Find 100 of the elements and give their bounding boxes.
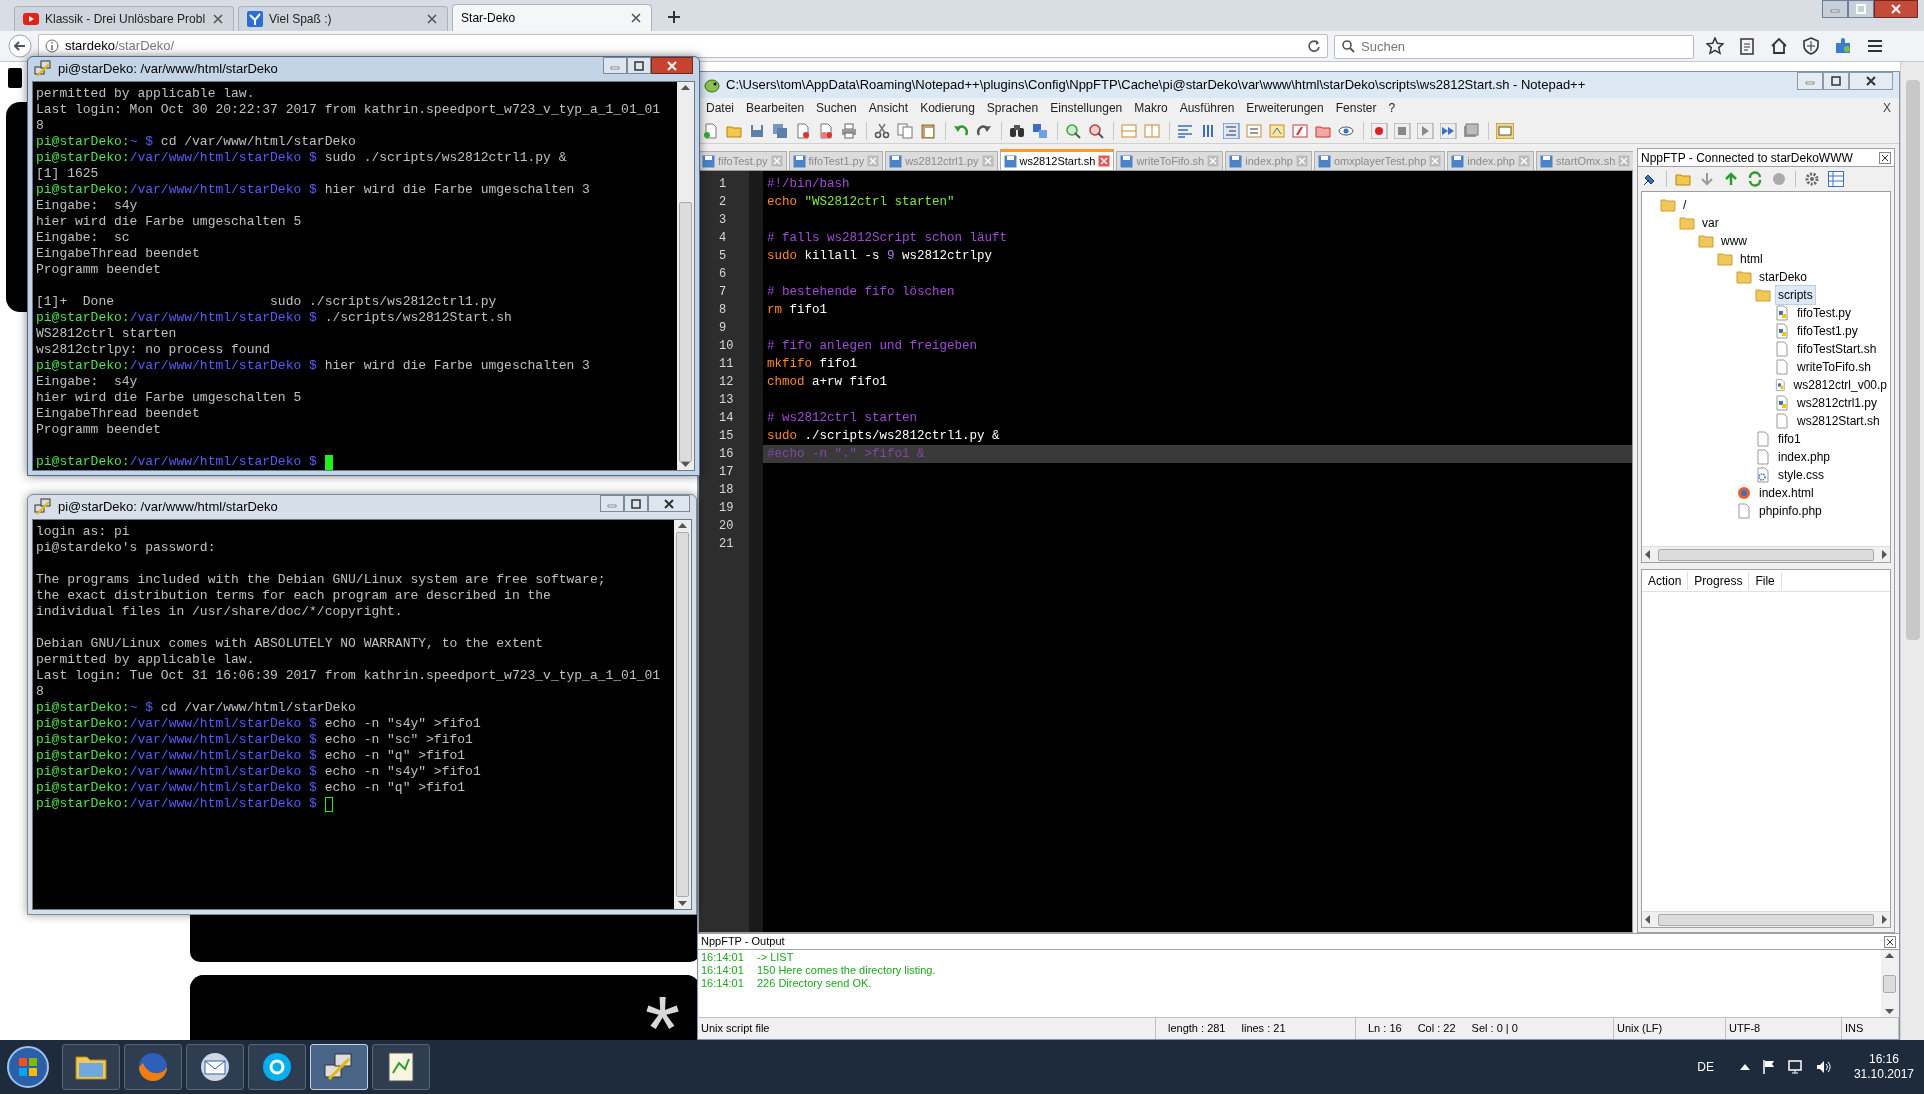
search-field[interactable]: Suchen bbox=[1334, 34, 1694, 59]
down-arrow-icon[interactable] bbox=[678, 901, 687, 907]
browser-tab[interactable]: Klassik - Drei Unlösbare Probl bbox=[14, 6, 235, 31]
map-icon[interactable] bbox=[1269, 122, 1287, 139]
indent-lines-icon[interactable] bbox=[1223, 122, 1241, 139]
scrollbar[interactable] bbox=[1642, 911, 1890, 927]
tree-item[interactable]: ws2812Start.sh bbox=[1794, 411, 1883, 431]
binoculars-icon[interactable] bbox=[1009, 122, 1027, 139]
menu-icon[interactable] bbox=[1866, 37, 1884, 55]
menu-item[interactable]: Makro bbox=[1128, 99, 1174, 117]
close-button[interactable] bbox=[651, 57, 693, 74]
maximize-button[interactable] bbox=[624, 495, 648, 512]
minimize-button[interactable] bbox=[603, 57, 627, 74]
star-icon[interactable] bbox=[1706, 37, 1724, 55]
close-icon[interactable] bbox=[1866, 76, 1876, 86]
right-arrow-icon[interactable] bbox=[1882, 550, 1888, 559]
tree-item[interactable]: index.html bbox=[1756, 483, 1817, 503]
menu-item[interactable]: Bearbeiten bbox=[740, 99, 811, 117]
column-header[interactable]: Progress bbox=[1688, 571, 1750, 590]
close-button[interactable] bbox=[1849, 72, 1893, 90]
upload-arrow-icon[interactable] bbox=[1723, 171, 1739, 187]
tree-item[interactable]: fifoTest.py bbox=[1794, 303, 1855, 323]
tree-item[interactable]: phpinfo.php bbox=[1756, 501, 1825, 521]
flag-icon[interactable] bbox=[1761, 1059, 1776, 1075]
restore-button[interactable] bbox=[1848, 0, 1874, 18]
menu-item[interactable]: Ansicht bbox=[862, 99, 915, 117]
taskbar-button[interactable] bbox=[62, 1044, 120, 1090]
magnifier-icon[interactable] bbox=[1088, 122, 1106, 139]
monitor-icon[interactable] bbox=[1787, 1059, 1804, 1075]
tree-item[interactable]: scripts bbox=[1775, 285, 1816, 305]
restore-button[interactable] bbox=[1823, 72, 1849, 90]
floppy-disks-icon[interactable] bbox=[772, 122, 790, 139]
play-icon[interactable] bbox=[1417, 122, 1435, 139]
page-scrollbar[interactable] bbox=[1900, 62, 1924, 1040]
language-indicator[interactable]: DE bbox=[1697, 1058, 1714, 1076]
menu-item[interactable]: Sprachen bbox=[980, 99, 1045, 117]
browser-tab[interactable]: Star-Deko bbox=[452, 4, 653, 31]
close-icon[interactable] bbox=[1884, 935, 1896, 948]
tree-item[interactable]: ws2812ctrl1.py bbox=[1794, 393, 1881, 413]
left-arrow-icon[interactable] bbox=[1644, 915, 1650, 924]
panel-icon[interactable] bbox=[1496, 122, 1514, 139]
printer-icon[interactable] bbox=[841, 122, 859, 139]
column-header[interactable]: Action bbox=[1642, 571, 1689, 590]
maximize-icon[interactable] bbox=[631, 498, 641, 509]
close-button[interactable] bbox=[1874, 0, 1918, 18]
menu-item[interactable]: Suchen bbox=[810, 99, 863, 117]
tree-item[interactable]: html bbox=[1737, 249, 1766, 269]
pages-icon[interactable] bbox=[897, 122, 915, 139]
download-arrow-icon[interactable] bbox=[1699, 171, 1715, 187]
browser-tab[interactable]: Viel Spaß :) bbox=[238, 6, 449, 31]
tree-item[interactable]: writeToFifo.sh bbox=[1794, 357, 1875, 377]
down-arrow-icon[interactable] bbox=[681, 462, 690, 468]
scrollbar-thumb[interactable] bbox=[1883, 974, 1896, 993]
scrollbar[interactable] bbox=[1881, 950, 1898, 1017]
minimize-button[interactable] bbox=[1797, 72, 1823, 90]
down-arrow-icon[interactable] bbox=[1885, 1009, 1894, 1015]
reload-icon[interactable] bbox=[1307, 39, 1321, 53]
list-icon[interactable] bbox=[1246, 122, 1264, 139]
clipboard-icon[interactable] bbox=[1738, 37, 1756, 55]
scrollbar[interactable] bbox=[674, 520, 691, 909]
speaker-icon[interactable] bbox=[1815, 1059, 1832, 1075]
gear-icon[interactable] bbox=[1804, 171, 1820, 187]
clock-date[interactable]: 31.10.2017 bbox=[1853, 1067, 1914, 1082]
fast-forward-icon[interactable] bbox=[1440, 122, 1458, 139]
menu-item[interactable]: Datei bbox=[700, 99, 740, 117]
minimize-button[interactable] bbox=[1822, 0, 1848, 18]
refresh-icon[interactable] bbox=[1747, 171, 1763, 187]
tree-item[interactable]: starDeko bbox=[1756, 267, 1811, 287]
close-icon[interactable] bbox=[664, 498, 674, 509]
start-orb-icon[interactable] bbox=[6, 1045, 50, 1089]
scissors-icon[interactable] bbox=[874, 122, 892, 139]
tree-item[interactable]: index.php bbox=[1775, 447, 1834, 467]
file-tab[interactable]: ws2812Start.sh bbox=[999, 149, 1115, 170]
close-icon[interactable] bbox=[1879, 151, 1891, 164]
left-arrow-icon[interactable] bbox=[1644, 550, 1650, 559]
tree-item[interactable]: style.css bbox=[1775, 465, 1827, 485]
address-field[interactable]: stardeko/starDeko/ bbox=[38, 34, 1328, 58]
taskbar-button[interactable] bbox=[248, 1044, 306, 1090]
tree-item[interactable]: / bbox=[1680, 195, 1690, 215]
menu-item[interactable]: Erweiterungen bbox=[1240, 99, 1330, 117]
plus-icon[interactable] bbox=[666, 9, 683, 25]
clock-time[interactable]: 16:16 bbox=[1868, 1052, 1899, 1067]
up-arrow-icon[interactable] bbox=[678, 522, 687, 528]
scrollbar[interactable] bbox=[677, 82, 694, 470]
magnifier-icon[interactable] bbox=[1065, 122, 1083, 139]
up-arrow-icon[interactable] bbox=[681, 84, 690, 90]
column-header[interactable]: File bbox=[1749, 571, 1782, 590]
tree-item[interactable]: fifoTest1.py bbox=[1794, 321, 1861, 341]
up-arrow-icon[interactable] bbox=[1885, 952, 1894, 958]
menu-item[interactable]: Kodierung bbox=[914, 99, 981, 117]
maximize-button[interactable] bbox=[627, 57, 651, 74]
close-button[interactable] bbox=[648, 495, 690, 512]
lines-icon[interactable] bbox=[1177, 122, 1195, 139]
menu-item[interactable]: Ausführen bbox=[1173, 99, 1241, 117]
puzzle-icon[interactable] bbox=[1834, 37, 1852, 55]
taskbar-button[interactable] bbox=[186, 1044, 244, 1090]
minimize-button[interactable] bbox=[600, 495, 624, 512]
shield-icon[interactable] bbox=[1802, 37, 1820, 55]
maximize-icon[interactable] bbox=[634, 60, 644, 71]
tree-item[interactable]: fifo1 bbox=[1775, 429, 1804, 449]
